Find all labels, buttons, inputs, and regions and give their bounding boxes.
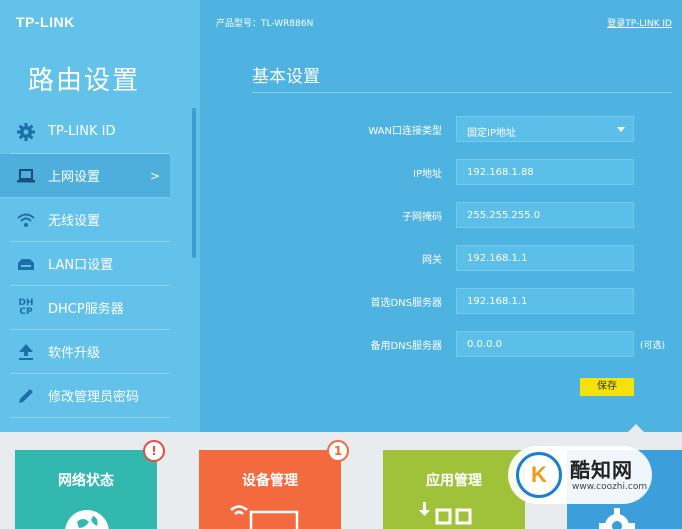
dns1-label: 首选DNS服务器 [370,298,442,309]
watermark-url: www.coozhi.com [572,482,648,492]
sidebar-title: 路由设置 [28,66,141,96]
login-link[interactable]: 登录TP-LINK ID [607,16,672,29]
globe-icon [65,510,109,529]
wan-type-label: WAN口连接类型 [368,126,442,137]
gateway-input[interactable]: 192.168.1.1 [456,245,634,271]
ip-row: IP地址 192.168.1.88 [200,159,682,185]
coozhi-watermark: K 酷知网 www.coozhi.com [508,446,652,504]
laptop-icon [14,164,38,188]
sidebar-item-dhcp[interactable]: DH CP DHCP服务器 [10,286,170,330]
alert-badge: ! [143,440,165,462]
ip-input[interactable]: 192.168.1.88 [456,159,634,185]
watermark-name: 酷知网 [570,458,633,482]
product-model: 产品型号：TL-WR886N [216,19,314,29]
wifi-icon [14,208,38,232]
tile-device-management[interactable]: 设备管理 1 [199,440,349,529]
sidebar-item-upgrade[interactable]: 软件升级 [10,330,170,374]
mask-label: 子网掩码 [402,212,442,223]
gear-icon [14,120,38,144]
sidebar-scrollbar[interactable] [192,108,196,258]
sidebar-item-wireless[interactable]: 无线设置 [10,198,170,242]
tp-link-logo: TP-LINK [16,14,75,30]
sidebar-item-tplink-id[interactable]: TP-LINK ID [10,110,170,154]
sidebar-item-label: 无线设置 [48,214,101,229]
dns1-input[interactable]: 192.168.1.1 [456,288,634,314]
save-button[interactable]: 保存 [580,378,634,396]
active-pointer [627,424,645,433]
upload-icon [14,340,38,364]
optional-hint: (可选) [640,341,666,351]
dns1-row: 首选DNS服务器 192.168.1.1 [200,288,682,314]
sidebar-item-label: 软件升级 [48,346,101,361]
sidebar: TP-LINK 路由设置 TP-LINK ID 上网设置 > 无线设置 LAN口… [0,0,200,432]
wan-type-value: 固定IP地址 [467,128,516,139]
dns2-label: 备用DNS服务器 [370,341,442,352]
sidebar-item-internet[interactable]: 上网设置 > [0,154,170,198]
sidebar-item-password[interactable]: 修改管理员密码 [10,374,170,418]
sidebar-nav: TP-LINK ID 上网设置 > 无线设置 LAN口设置 DH CP DHCP… [0,110,170,418]
tile-app-management[interactable]: 应用管理 [383,450,525,529]
chevron-right-icon: > [149,168,160,183]
sidebar-item-lan[interactable]: LAN口设置 [10,242,170,286]
sidebar-item-label: 修改管理员密码 [48,390,140,405]
sidebar-item-label: LAN口设置 [48,258,114,273]
wan-type-select[interactable]: 固定IP地址 [456,116,634,142]
devices-icon [230,505,299,529]
lan-icon [14,252,38,276]
sidebar-item-label: TP-LINK ID [48,124,116,139]
ip-label: IP地址 [413,169,442,180]
page-title: 基本设置 [252,67,320,87]
tile-label: 设备管理 [242,473,298,489]
main-panel: 产品型号：TL-WR886N 登录TP-LINK ID 基本设置 WAN口连接类… [200,0,682,432]
apps-icon [419,502,472,525]
sidebar-item-label: DHCP服务器 [48,302,124,317]
dns2-input[interactable]: 0.0.0.0 [456,331,634,357]
tile-label: 网络状态 [58,473,114,489]
mask-input[interactable]: 255.255.255.0 [456,202,634,228]
gear-icon [599,508,635,529]
gateway-label: 网关 [422,255,442,266]
chevron-down-icon [617,127,625,132]
gateway-row: 网关 192.168.1.1 [200,245,682,271]
sidebar-item-label: 上网设置 [48,170,101,185]
dns2-row: 备用DNS服务器 0.0.0.0 (可选) [200,331,682,357]
dhcp-icon: DH CP [14,296,38,320]
tile-network-status[interactable]: 网络状态 ! [15,440,165,529]
dhcp-icon-text-bottom: CP [19,306,33,317]
mask-row: 子网掩码 255.255.255.0 [200,202,682,228]
tile-label: 应用管理 [426,473,482,489]
title-divider [252,92,672,93]
coozhi-logo-icon: K [516,452,562,498]
count-badge: 1 [327,440,349,462]
pencil-icon [14,384,38,408]
wan-type-row: WAN口连接类型 固定IP地址 [200,116,682,142]
